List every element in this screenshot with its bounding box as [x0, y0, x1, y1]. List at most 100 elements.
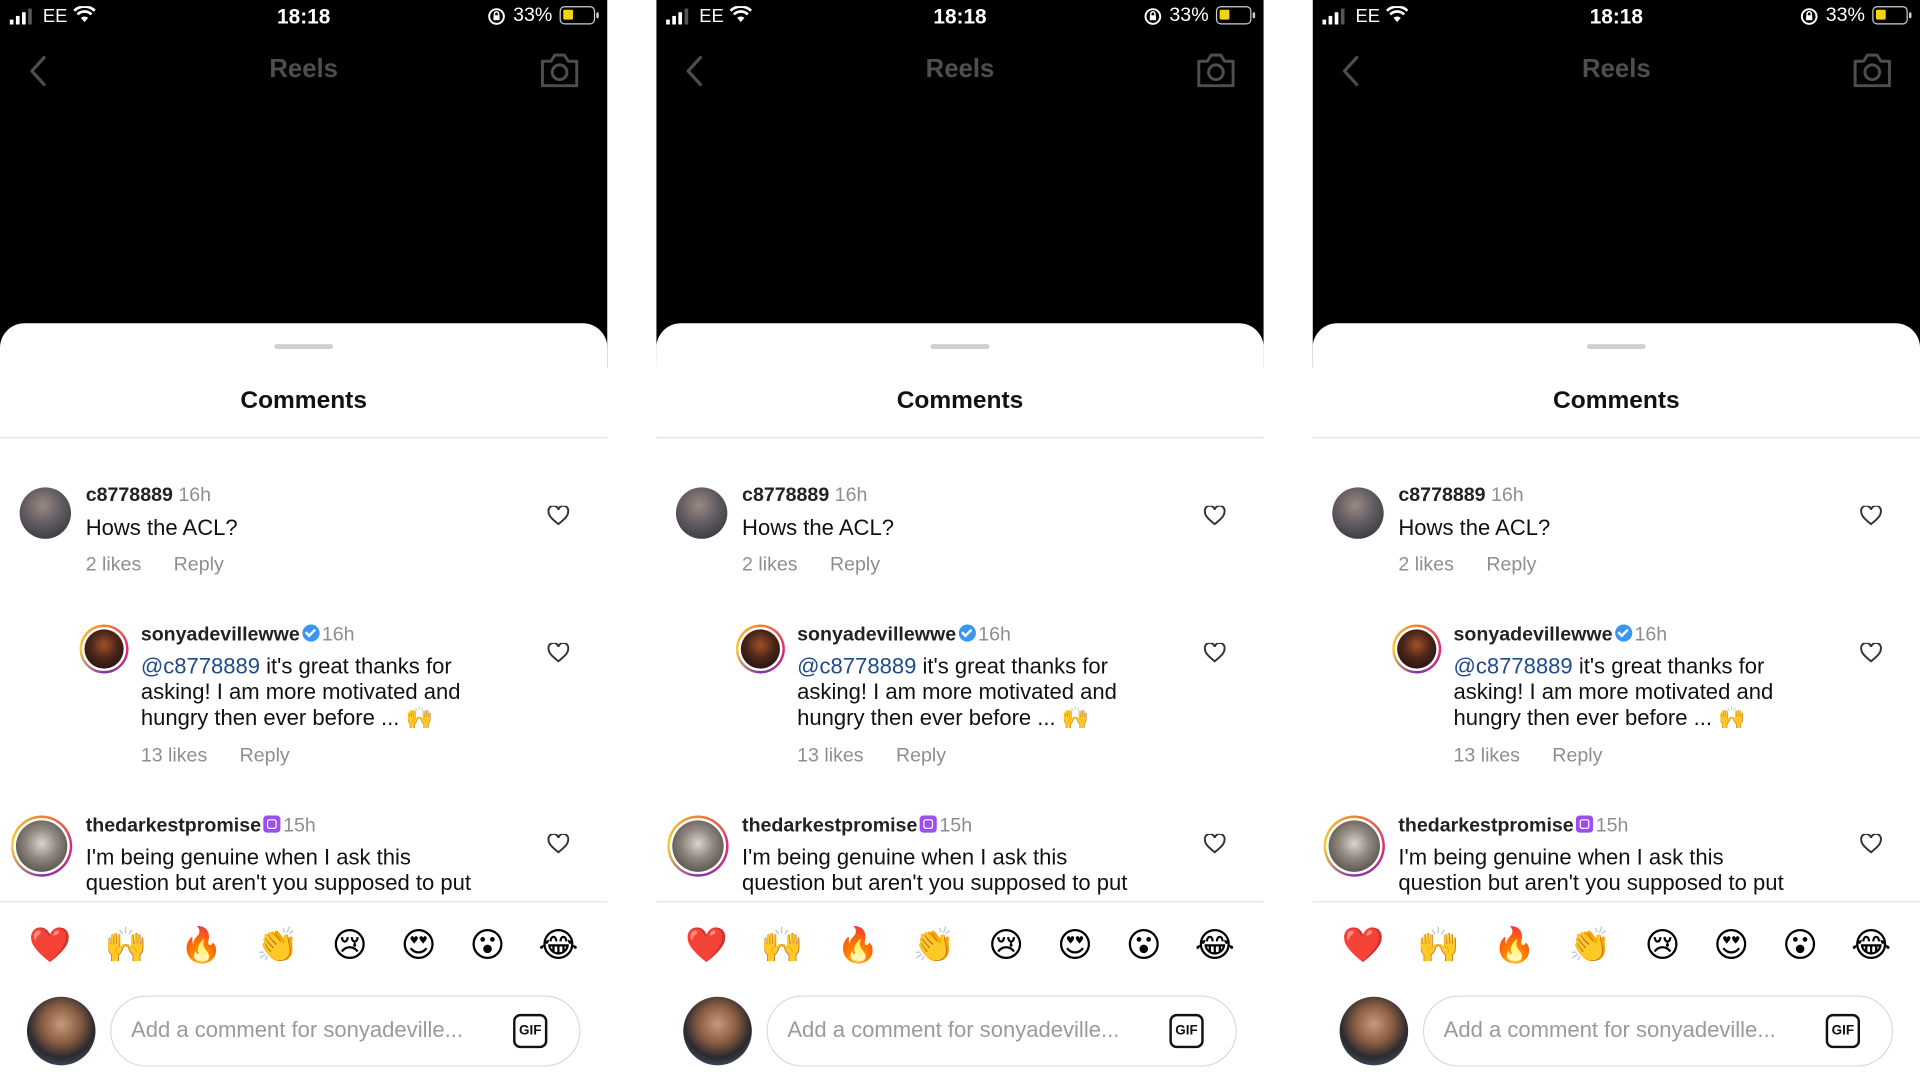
comment-username[interactable]: thedarkestpromise [1398, 816, 1573, 837]
likes-count[interactable]: 2 likes [1398, 555, 1454, 576]
gif-button[interactable]: GIF [1825, 1013, 1861, 1049]
raising-hands-emoji[interactable]: 🙌 [1417, 924, 1460, 966]
avatar[interactable] [1392, 624, 1442, 674]
surprised-emoji[interactable]: 😮 [1126, 924, 1162, 966]
surprised-emoji[interactable]: 😮 [1782, 924, 1818, 966]
heart-emoji[interactable]: ❤️ [29, 924, 72, 966]
avatar[interactable] [683, 996, 752, 1066]
comment-composer[interactable]: GIF [110, 995, 581, 1067]
fire-emoji[interactable]: 🔥 [1493, 924, 1536, 966]
avatar[interactable] [26, 996, 96, 1066]
reply-button[interactable]: Reply [1486, 555, 1536, 576]
crying-emoji[interactable]: 😢 [988, 924, 1024, 966]
clapping-emoji[interactable]: 👏 [1569, 924, 1612, 966]
comments-title: Comments [1553, 386, 1680, 414]
comment-time: 16h [178, 484, 212, 506]
heart-outline-icon[interactable] [1203, 641, 1226, 669]
comment-username[interactable]: sonyadevillewwe [141, 624, 300, 645]
heart-emoji[interactable]: ❤️ [1341, 924, 1384, 966]
heart-outline-icon[interactable] [547, 504, 570, 532]
heart-outline-icon[interactable] [1203, 504, 1226, 532]
comment-username[interactable]: c8778889 [1398, 485, 1485, 506]
heart-emoji[interactable]: ❤️ [685, 924, 728, 966]
avatar[interactable] [735, 624, 785, 674]
gif-button[interactable]: GIF [1169, 1013, 1204, 1049]
avatar[interactable] [19, 487, 72, 539]
heart-outline-icon[interactable] [547, 832, 570, 860]
clapping-emoji[interactable]: 👏 [256, 924, 299, 966]
laughing-emoji[interactable]: 😂 [1851, 924, 1891, 966]
laughing-emoji[interactable]: 😂 [1195, 924, 1235, 966]
composer-divider [0, 901, 608, 903]
likes-count[interactable]: 13 likes [141, 746, 207, 767]
heart-outline-icon[interactable] [1860, 832, 1882, 860]
likes-count[interactable]: 2 likes [742, 555, 798, 576]
comment-username[interactable]: c8778889 [86, 485, 173, 506]
reply-button[interactable]: Reply [174, 555, 224, 576]
battery-level [1875, 9, 1886, 20]
mention-link[interactable]: @c8778889 [1453, 654, 1572, 678]
raising-hands-emoji[interactable]: 🙌 [105, 924, 148, 966]
reply-button[interactable]: Reply [1552, 746, 1602, 767]
avatar[interactable] [1323, 815, 1385, 877]
avatar[interactable] [1339, 996, 1409, 1066]
heart-outline-icon[interactable] [547, 641, 570, 669]
mention-link[interactable]: @c8778889 [797, 654, 916, 678]
heart-outline-icon[interactable] [1203, 832, 1226, 860]
drag-handle[interactable] [1586, 344, 1646, 349]
comment-text-line: question but aren't you supposed to put [742, 870, 1128, 896]
camera-icon[interactable] [539, 50, 581, 95]
reply-button[interactable]: Reply [240, 746, 290, 767]
heart-eyes-emoji[interactable]: 😍 [401, 924, 437, 966]
comment-input[interactable] [131, 1017, 499, 1044]
avatar[interactable] [11, 815, 73, 877]
mention-link[interactable]: @c8778889 [141, 654, 260, 678]
drag-handle[interactable] [930, 344, 990, 349]
comment-text: I'm being genuine when I ask this questi… [86, 845, 551, 896]
likes-count[interactable]: 13 likes [797, 746, 863, 767]
comment-input[interactable] [1443, 1017, 1812, 1044]
reply-button[interactable]: Reply [830, 555, 880, 576]
surprised-emoji[interactable]: 😮 [470, 924, 506, 966]
avatar[interactable] [667, 815, 729, 877]
fire-emoji[interactable]: 🔥 [180, 924, 223, 966]
clapping-emoji[interactable]: 👏 [912, 924, 955, 966]
crying-emoji[interactable]: 😢 [332, 924, 368, 966]
avatar[interactable] [1332, 487, 1384, 539]
header-divider [656, 437, 1264, 439]
raising-hands-emoji[interactable]: 🙌 [761, 924, 804, 966]
comment-header: c8778889 16h [86, 485, 211, 507]
laughing-emoji[interactable]: 😂 [538, 924, 578, 966]
avatar[interactable] [79, 624, 129, 674]
reply-button[interactable]: Reply [896, 746, 946, 767]
subscriber-badge-icon [263, 815, 281, 833]
comment-text-line: I'm being genuine when I ask this [742, 844, 1068, 870]
heart-eyes-emoji[interactable]: 😍 [1057, 924, 1093, 966]
camera-icon[interactable] [1195, 50, 1237, 95]
fire-emoji[interactable]: 🔥 [837, 924, 880, 966]
crying-emoji[interactable]: 😢 [1645, 924, 1681, 966]
comment-username[interactable]: thedarkestpromise [742, 816, 917, 837]
comment-composer[interactable]: GIF [1422, 995, 1894, 1067]
likes-count[interactable]: 2 likes [86, 555, 142, 576]
comment-input[interactable] [787, 1017, 1155, 1044]
screenshot-stage: EE 18:18 33% Reels Comments c8778889 16h… [0, 0, 1920, 1078]
comment-username[interactable]: c8778889 [742, 485, 829, 506]
comment-composer[interactable]: GIF [766, 995, 1237, 1067]
comment-header: c8778889 16h [742, 485, 867, 507]
comment-time: 16h [1491, 484, 1524, 506]
likes-count[interactable]: 13 likes [1453, 746, 1519, 767]
heart-outline-icon[interactable] [1860, 504, 1882, 532]
comment-username[interactable]: thedarkestpromise [86, 816, 261, 837]
heart-outline-icon[interactable] [1860, 641, 1882, 669]
comment-username[interactable]: sonyadevillewwe [797, 624, 956, 645]
quick-reactions: ❤️ 🙌 🔥 👏 😢 😍 😮 😂 [1313, 924, 1920, 966]
avatar[interactable] [675, 487, 728, 539]
battery-percent: 33% [1825, 4, 1865, 26]
heart-eyes-emoji[interactable]: 😍 [1713, 924, 1749, 966]
comment-text: Hows the ACL? [742, 515, 894, 541]
camera-icon[interactable] [1851, 50, 1893, 95]
gif-button[interactable]: GIF [513, 1013, 548, 1049]
drag-handle[interactable] [274, 344, 334, 349]
comment-username[interactable]: sonyadevillewwe [1453, 624, 1612, 645]
